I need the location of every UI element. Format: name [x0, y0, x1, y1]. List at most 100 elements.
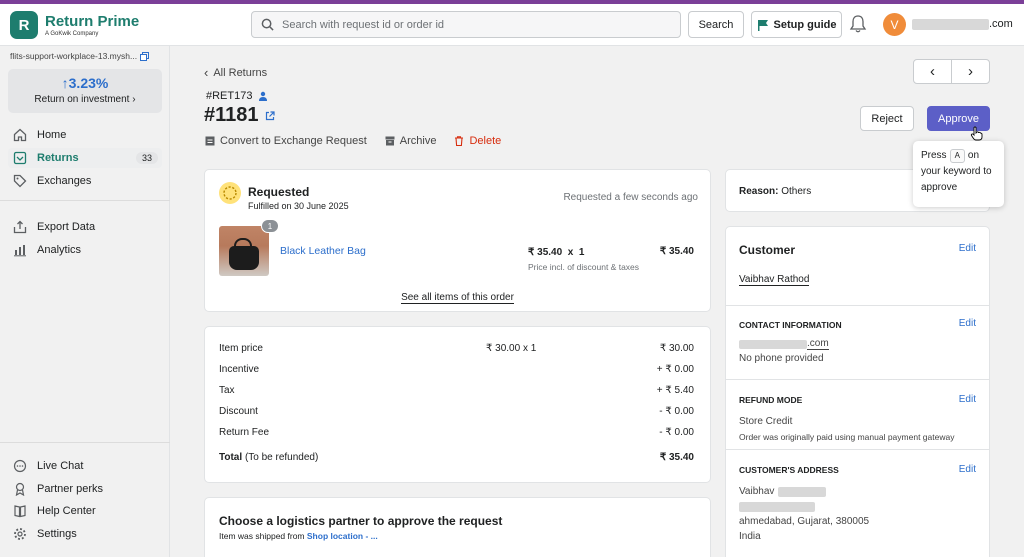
setup-guide-label: Setup guide: [773, 18, 837, 31]
previous-button[interactable]: ‹: [914, 60, 952, 83]
price-note: Price incl. of discount & taxes: [528, 262, 640, 272]
summary-row: Discount - ₹ 0.00: [219, 406, 694, 417]
bell-icon[interactable]: [849, 14, 867, 37]
approve-shortcut-tooltip: Press Aon your keyword to approve: [913, 141, 1004, 207]
arrow-up-icon: ↑: [61, 75, 69, 91]
chevron-left-icon: ‹: [930, 63, 935, 80]
back-link[interactable]: ‹ All Returns: [204, 65, 267, 80]
top-bar: R Return Prime A GoKwik Company Search w…: [0, 4, 1024, 46]
book-icon: [12, 503, 28, 519]
product-image[interactable]: [219, 226, 269, 276]
summary-row: Tax + ₹ 5.40: [219, 385, 694, 396]
refund-mode-section: REFUND MODE Edit Store Credit Order was …: [726, 379, 989, 449]
sidebar-item-export-data[interactable]: Export Data: [8, 217, 162, 237]
archive-button[interactable]: Archive: [385, 135, 436, 147]
user-email[interactable]: .com: [912, 18, 1013, 30]
see-all-items-link[interactable]: See all items of this order: [205, 292, 710, 304]
address-section: CUSTOMER'S ADDRESS Edit Vaibhav ahmedaba…: [726, 449, 989, 557]
sidebar: flits-support-workplace-13.mysh... ↑3.23…: [0, 46, 170, 557]
customer-email: .com: [739, 338, 829, 350]
avatar[interactable]: V: [883, 13, 906, 36]
sidebar-item-partner-perks[interactable]: Partner perks: [8, 479, 162, 499]
shop-location-link[interactable]: Shop location - ...: [307, 531, 378, 541]
chevron-right-icon: ›: [132, 94, 136, 105]
reject-button[interactable]: Reject: [860, 106, 914, 131]
sidebar-divider: [0, 442, 170, 443]
sidebar-divider: [0, 200, 170, 201]
main-content: ‹ All Returns ‹ › #RET173 #1181 Convert …: [170, 46, 1024, 557]
sidebar-item-home[interactable]: Home: [8, 125, 162, 145]
roi-card[interactable]: ↑3.23% Return on investment ›: [8, 69, 162, 113]
logistics-subtitle: Item was shipped from Shop location - ..…: [219, 531, 378, 541]
summary-row: Item price ₹ 30.00 x 1 ₹ 30.00: [219, 343, 694, 354]
item-unit-price: ₹ 35.40 x 1: [528, 247, 585, 258]
edit-address-button[interactable]: Edit: [959, 464, 976, 475]
archive-icon: [385, 136, 395, 146]
item-total: ₹ 35.40: [659, 246, 694, 257]
edit-refund-mode-button[interactable]: Edit: [959, 394, 976, 405]
pager: ‹ ›: [913, 59, 990, 84]
address-country: India: [739, 531, 761, 542]
return-id: #RET173: [206, 90, 269, 102]
app-name: Return Prime: [45, 12, 140, 30]
copy-icon[interactable]: [140, 51, 150, 61]
trash-icon: [455, 136, 464, 146]
refund-summary-card: Item price ₹ 30.00 x 1 ₹ 30.00 Incentive…: [204, 326, 711, 483]
sidebar-item-settings[interactable]: Settings: [8, 524, 162, 544]
refund-mode-note: Order was originally paid using manual p…: [739, 432, 955, 442]
edit-customer-button[interactable]: Edit: [959, 243, 976, 254]
search-placeholder: Search with request id or order id: [282, 18, 445, 31]
customer-name-link[interactable]: Vaibhav Rathod: [739, 274, 810, 286]
external-link-icon[interactable]: [265, 110, 275, 121]
address-city: ahmedabad, Gujarat, 380005: [739, 516, 870, 527]
setup-guide-button[interactable]: Setup guide: [751, 11, 842, 38]
redacted-text: [778, 486, 827, 497]
analytics-icon: [12, 242, 28, 258]
chat-icon: [12, 458, 28, 474]
convert-to-exchange-button[interactable]: Convert to Exchange Request: [205, 135, 367, 147]
address-line: [739, 502, 815, 515]
edit-contact-button[interactable]: Edit: [959, 318, 976, 329]
redacted-email: [739, 339, 807, 349]
address-name: Vaibhav: [739, 486, 827, 497]
logistics-card: Choose a logistics partner to approve th…: [204, 497, 711, 557]
sidebar-item-help-center[interactable]: Help Center: [8, 501, 162, 521]
fulfilled-date: Fulfilled on 30 June 2025: [248, 201, 349, 211]
search-input[interactable]: Search with request id or order id: [251, 11, 681, 38]
export-icon: [12, 219, 28, 235]
order-actions: Convert to Exchange Request Archive Dele…: [205, 135, 519, 147]
search-button[interactable]: Search: [688, 11, 744, 38]
redacted-email: [912, 18, 989, 30]
sidebar-item-exchanges[interactable]: Exchanges: [8, 171, 162, 191]
next-button[interactable]: ›: [952, 60, 989, 83]
product-link[interactable]: Black Leather Bag: [280, 245, 366, 257]
summary-total-row: Total (To be refunded) ₹ 35.40: [219, 452, 694, 463]
delete-button[interactable]: Delete: [454, 135, 501, 147]
flag-icon: [757, 19, 768, 31]
sidebar-item-returns[interactable]: Returns 33: [8, 148, 162, 168]
page-title: #1181: [204, 104, 275, 127]
redacted-text: [739, 502, 815, 512]
request-time: Requested a few seconds ago: [563, 192, 698, 203]
sidebar-item-analytics[interactable]: Analytics: [8, 240, 162, 260]
requested-status-icon: [219, 182, 241, 204]
tag-icon: [12, 173, 28, 189]
app-logo[interactable]: R Return Prime A GoKwik Company: [10, 11, 139, 39]
logistics-title: Choose a logistics partner to approve th…: [219, 514, 503, 528]
user-assign-icon[interactable]: [258, 91, 269, 102]
summary-row: Incentive + ₹ 0.00: [219, 364, 694, 375]
exchange-icon: [205, 136, 215, 146]
shortcut-key: A: [949, 149, 965, 163]
customer-phone: No phone provided: [739, 353, 824, 364]
award-icon: [12, 481, 28, 497]
quantity-badge: 1: [261, 219, 279, 233]
refund-mode-value: Store Credit: [739, 416, 793, 427]
return-prime-logo-icon: R: [10, 11, 38, 39]
roi-label: Return on investment ›: [34, 94, 136, 105]
sidebar-item-live-chat[interactable]: Live Chat: [8, 456, 162, 476]
app-tagline: A GoKwik Company: [45, 30, 99, 37]
store-name[interactable]: flits-support-workplace-13.mysh...: [10, 51, 150, 61]
returns-count-badge: 33: [135, 152, 158, 164]
home-icon: [12, 127, 28, 143]
customer-card: Customer Edit Vaibhav Rathod CONTACT INF…: [725, 226, 990, 557]
